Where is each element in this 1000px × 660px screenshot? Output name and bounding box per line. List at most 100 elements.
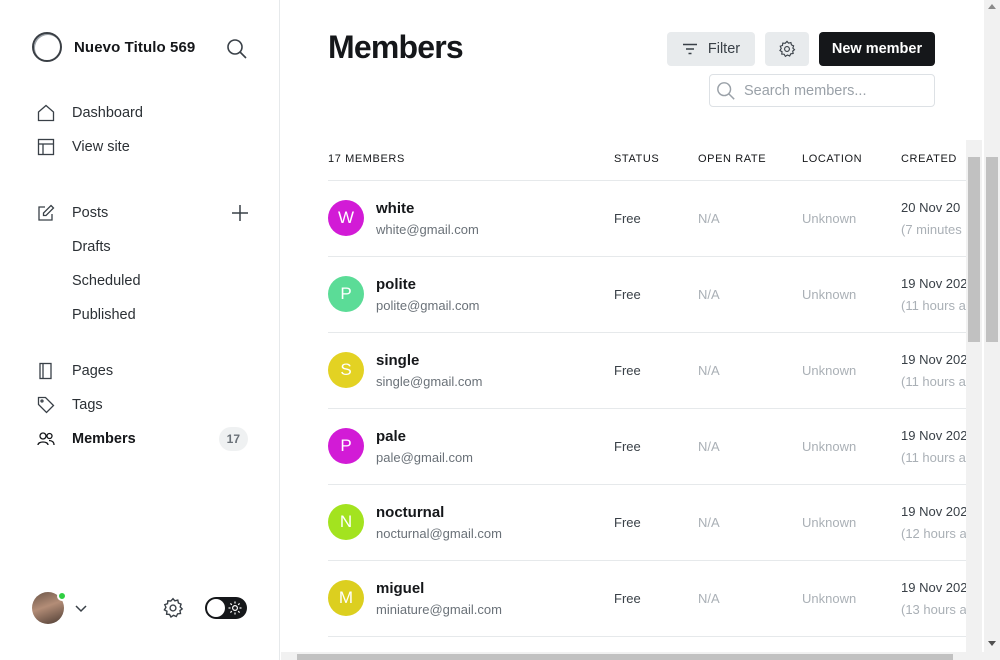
- member-created-relative: (11 hours a: [901, 298, 966, 313]
- toggle-knob: [207, 599, 225, 617]
- nav-item-posts[interactable]: Posts: [36, 196, 256, 230]
- table-row[interactable]: Mmiguel miniature@gmail.com Free N/A Unknown…: [328, 561, 968, 637]
- new-member-button[interactable]: New member: [819, 32, 935, 66]
- search-icon[interactable]: [226, 38, 248, 60]
- circle-logo-icon: [32, 32, 62, 62]
- home-icon: [36, 103, 56, 123]
- site-nav: Pages Tags Members 17: [36, 354, 256, 456]
- member-search: [709, 74, 935, 107]
- scroll-up-arrow[interactable]: [988, 4, 996, 9]
- search-icon: [717, 81, 735, 100]
- nav-label: Members: [72, 431, 136, 447]
- member-location: Unknown: [802, 591, 857, 606]
- member-open-rate: N/A: [698, 363, 720, 378]
- content-nav: Posts Drafts Scheduled Published: [36, 196, 256, 332]
- site-title: Nuevo Titulo 569: [74, 38, 196, 56]
- nav-item-scheduled[interactable]: Scheduled: [36, 264, 256, 298]
- member-location: Unknown: [802, 363, 857, 378]
- member-status: Free: [614, 591, 641, 606]
- member-open-rate: N/A: [698, 287, 720, 302]
- plus-icon[interactable]: [230, 203, 250, 223]
- document-icon: [36, 361, 56, 381]
- edit-icon: [36, 203, 56, 223]
- member-created-date: 19 Nov 202: [901, 428, 968, 443]
- member-status: Free: [614, 211, 641, 226]
- member-created-date: 19 Nov 202: [901, 580, 968, 595]
- table-row[interactable]: Ppolite polite@gmail.com Free N/A Unknown 19 …: [328, 257, 968, 333]
- member-name: pale: [376, 428, 407, 445]
- nav-item-members[interactable]: Members 17: [36, 422, 256, 456]
- scrollbar-thumb[interactable]: [968, 157, 980, 342]
- member-status: Free: [614, 287, 641, 302]
- member-avatar: S: [328, 352, 364, 388]
- column-header-open-rate[interactable]: OPEN RATE: [698, 153, 766, 165]
- sun-icon: [228, 601, 242, 615]
- member-created-relative: (13 hours a: [901, 602, 967, 617]
- chevron-down-icon[interactable]: [74, 601, 88, 615]
- member-name: polite: [376, 276, 416, 293]
- member-created-relative: (7 minutes: [901, 222, 962, 237]
- nav-label: Drafts: [72, 239, 111, 255]
- member-open-rate: N/A: [698, 211, 720, 226]
- column-header-location[interactable]: LOCATION: [802, 153, 862, 165]
- filter-button-label: Filter: [707, 41, 741, 57]
- member-status: Free: [614, 515, 641, 530]
- main-content: Members Filter New member 17 MEMBERS STA…: [281, 0, 984, 660]
- member-location: Unknown: [802, 515, 857, 530]
- nav-item-dashboard[interactable]: Dashboard: [36, 96, 256, 130]
- search-input[interactable]: [744, 82, 924, 99]
- member-email: white@gmail.com: [376, 222, 479, 237]
- member-status: Free: [614, 439, 641, 454]
- member-name: white: [376, 200, 415, 217]
- brand[interactable]: Nuevo Titulo 569: [32, 32, 195, 62]
- nav-label: Published: [72, 307, 136, 323]
- member-avatar: M: [328, 580, 364, 616]
- sidebar-footer: [32, 591, 252, 624]
- member-open-rate: N/A: [698, 591, 720, 606]
- tag-icon: [36, 395, 56, 415]
- column-header-status[interactable]: STATUS: [614, 153, 659, 165]
- table-row[interactable]: Ppale pale@gmail.com Free N/A Unknown 19 Nov …: [328, 409, 968, 485]
- member-avatar: N: [328, 504, 364, 540]
- nav-item-published[interactable]: Published: [36, 298, 256, 332]
- filter-button[interactable]: Filter: [667, 32, 755, 66]
- nav-label: Dashboard: [72, 105, 143, 121]
- horizontal-scrollbar[interactable]: [281, 652, 984, 660]
- theme-toggle[interactable]: [205, 597, 247, 619]
- users-icon: [36, 429, 56, 449]
- sidebar: Nuevo Titulo 569 Dashboard View site Pos…: [0, 0, 280, 660]
- scroll-down-arrow[interactable]: [988, 641, 996, 646]
- member-email: miniature@gmail.com: [376, 602, 502, 617]
- nav-item-drafts[interactable]: Drafts: [36, 230, 256, 264]
- window-scrollbar[interactable]: [984, 0, 1000, 660]
- member-settings-button[interactable]: [765, 32, 809, 66]
- table-row[interactable]: Nnocturnal nocturnal@gmail.com Free N/A Unkn…: [328, 485, 968, 561]
- scrollbar-thumb[interactable]: [986, 157, 998, 342]
- user-menu[interactable]: [32, 591, 67, 624]
- table-row[interactable]: Ssingle single@gmail.com Free N/A Unknown 19 …: [328, 333, 968, 409]
- member-avatar: P: [328, 428, 364, 464]
- scrollbar-thumb[interactable]: [297, 654, 953, 660]
- member-created-date: 19 Nov 202: [901, 352, 968, 367]
- member-created-relative: (11 hours a: [901, 450, 966, 465]
- gear-icon: [779, 40, 796, 58]
- column-header-created[interactable]: CREATED: [901, 153, 957, 165]
- member-email: polite@gmail.com: [376, 298, 480, 313]
- nav-item-view-site[interactable]: View site: [36, 130, 256, 164]
- nav-item-pages[interactable]: Pages: [36, 354, 256, 388]
- nav-item-tags[interactable]: Tags: [36, 388, 256, 422]
- members-table: 17 MEMBERS STATUS OPEN RATE LOCATION CRE…: [328, 140, 968, 637]
- member-created-relative: (12 hours a: [901, 526, 967, 541]
- layout-icon: [36, 137, 56, 157]
- member-status: Free: [614, 363, 641, 378]
- member-open-rate: N/A: [698, 439, 720, 454]
- primary-nav: Dashboard View site: [36, 96, 256, 164]
- member-location: Unknown: [802, 211, 857, 226]
- gear-icon[interactable]: [162, 597, 184, 619]
- member-name: single: [376, 352, 420, 369]
- table-header: 17 MEMBERS STATUS OPEN RATE LOCATION CRE…: [328, 140, 968, 181]
- members-count-badge: 17: [218, 427, 248, 451]
- table-row[interactable]: Wwhite white@gmail.com Free N/A Unknown 20 No…: [328, 181, 968, 257]
- nav-label: Posts: [72, 205, 109, 221]
- table-scrollbar[interactable]: [966, 140, 982, 652]
